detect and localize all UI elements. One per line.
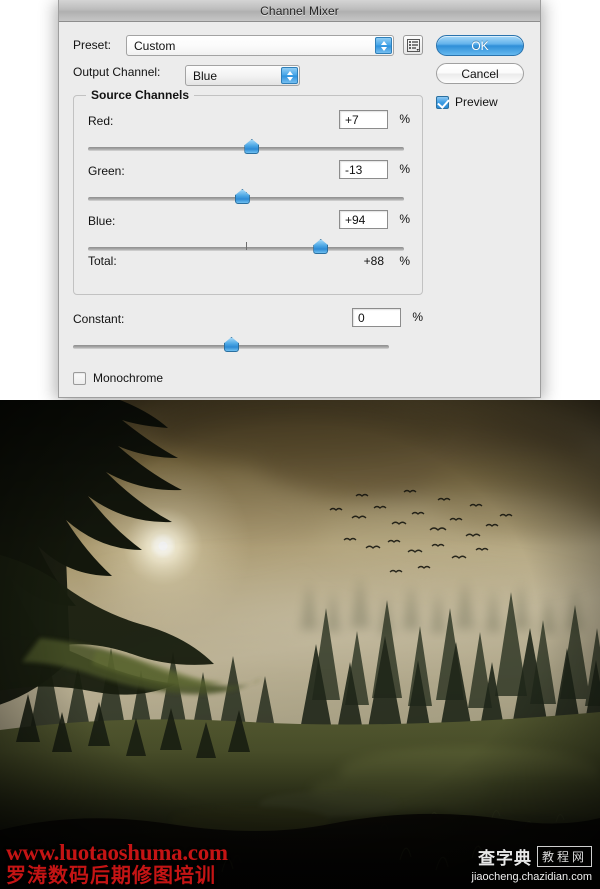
preview-checkbox[interactable] [436, 95, 449, 109]
source-channels-group: Source Channels Red: +7 % Green: -13 % B… [73, 88, 423, 295]
monochrome-checkbox[interactable] [73, 371, 86, 385]
fantasy-forest-artwork [0, 400, 600, 889]
photo-preview: www.luotaoshuma.com 罗涛数码后期修图培训 查字典 教程网 j… [0, 400, 600, 889]
blue-label: Blue: [88, 214, 116, 228]
red-unit: % [399, 112, 410, 126]
preset-dropdown[interactable]: Custom [126, 35, 394, 56]
watermark-right: 查字典 教程网 jiaocheng.chazidian.com [472, 844, 592, 883]
dialog-body: Preset: Custom Output Channel: Blue Sour… [59, 22, 540, 397]
constant-slider[interactable] [73, 337, 389, 354]
red-value: +7 [345, 112, 359, 127]
channel-row-red: Red: +7 % [88, 110, 410, 162]
ok-button[interactable]: OK [436, 35, 524, 56]
blue-slider-center-tick [246, 242, 247, 250]
red-slider[interactable] [88, 139, 404, 156]
constant-row: Constant: 0 % [73, 308, 423, 360]
total-label: Total: [88, 254, 117, 268]
blue-slider-thumb[interactable] [313, 239, 329, 254]
chevron-updown-icon[interactable] [375, 37, 392, 54]
dialog-title: Channel Mixer [260, 3, 339, 18]
preset-value: Custom [134, 38, 176, 53]
blue-value-input[interactable]: +94 [339, 210, 388, 229]
preset-label: Preset: [73, 38, 112, 52]
constant-slider-thumb[interactable] [224, 337, 239, 352]
preview-label: Preview [455, 95, 498, 109]
watermark-left: www.luotaoshuma.com 罗涛数码后期修图培训 [6, 841, 228, 885]
list-options-icon[interactable] [403, 35, 423, 55]
total-row: Total: +88 % [88, 254, 410, 272]
watermark-url: www.luotaoshuma.com [6, 840, 228, 866]
dialog-titlebar[interactable]: Channel Mixer [59, 0, 540, 22]
constant-value-input[interactable]: 0 [352, 308, 401, 327]
blue-unit: % [399, 212, 410, 226]
blue-value: +94 [345, 212, 366, 227]
cancel-button[interactable]: Cancel [436, 63, 524, 84]
source-channels-legend: Source Channels [86, 88, 195, 102]
constant-label: Constant: [73, 312, 125, 326]
watermark-boxed-label: 教程网 [536, 846, 592, 867]
chevron-updown-icon[interactable] [281, 67, 298, 84]
green-value-input[interactable]: -13 [339, 160, 388, 179]
green-unit: % [399, 162, 410, 176]
monochrome-label: Monochrome [93, 371, 164, 385]
total-unit: % [399, 254, 410, 268]
screenshot-root: Channel Mixer Preset: Custom Output Chan… [0, 0, 600, 889]
monochrome-checkbox-row[interactable]: Monochrome [73, 371, 163, 385]
red-slider-thumb[interactable] [244, 139, 260, 154]
red-value-input[interactable]: +7 [339, 110, 388, 129]
constant-value: 0 [358, 310, 365, 325]
channel-mixer-dialog: Channel Mixer Preset: Custom Output Chan… [58, 0, 541, 398]
output-channel-row: Output Channel: Blue [73, 65, 300, 87]
output-channel-value: Blue [193, 68, 218, 83]
output-channel-dropdown[interactable]: Blue [185, 65, 300, 86]
watermark-right-url: jiaocheng.chazidian.com [471, 871, 592, 883]
constant-unit: % [412, 310, 423, 324]
preview-checkbox-row[interactable]: Preview [436, 95, 498, 109]
total-value: +88 [363, 254, 384, 268]
green-slider[interactable] [88, 189, 404, 206]
output-channel-label: Output Channel: [73, 65, 161, 79]
watermark-subtitle: 罗涛数码后期修图培训 [6, 862, 216, 887]
green-slider-thumb[interactable] [234, 189, 250, 204]
channel-row-green: Green: -13 % [88, 160, 410, 212]
red-label: Red: [88, 114, 114, 128]
green-value: -13 [345, 162, 363, 177]
green-label: Green: [88, 164, 125, 178]
watermark-brand: 查字典 [477, 849, 532, 869]
